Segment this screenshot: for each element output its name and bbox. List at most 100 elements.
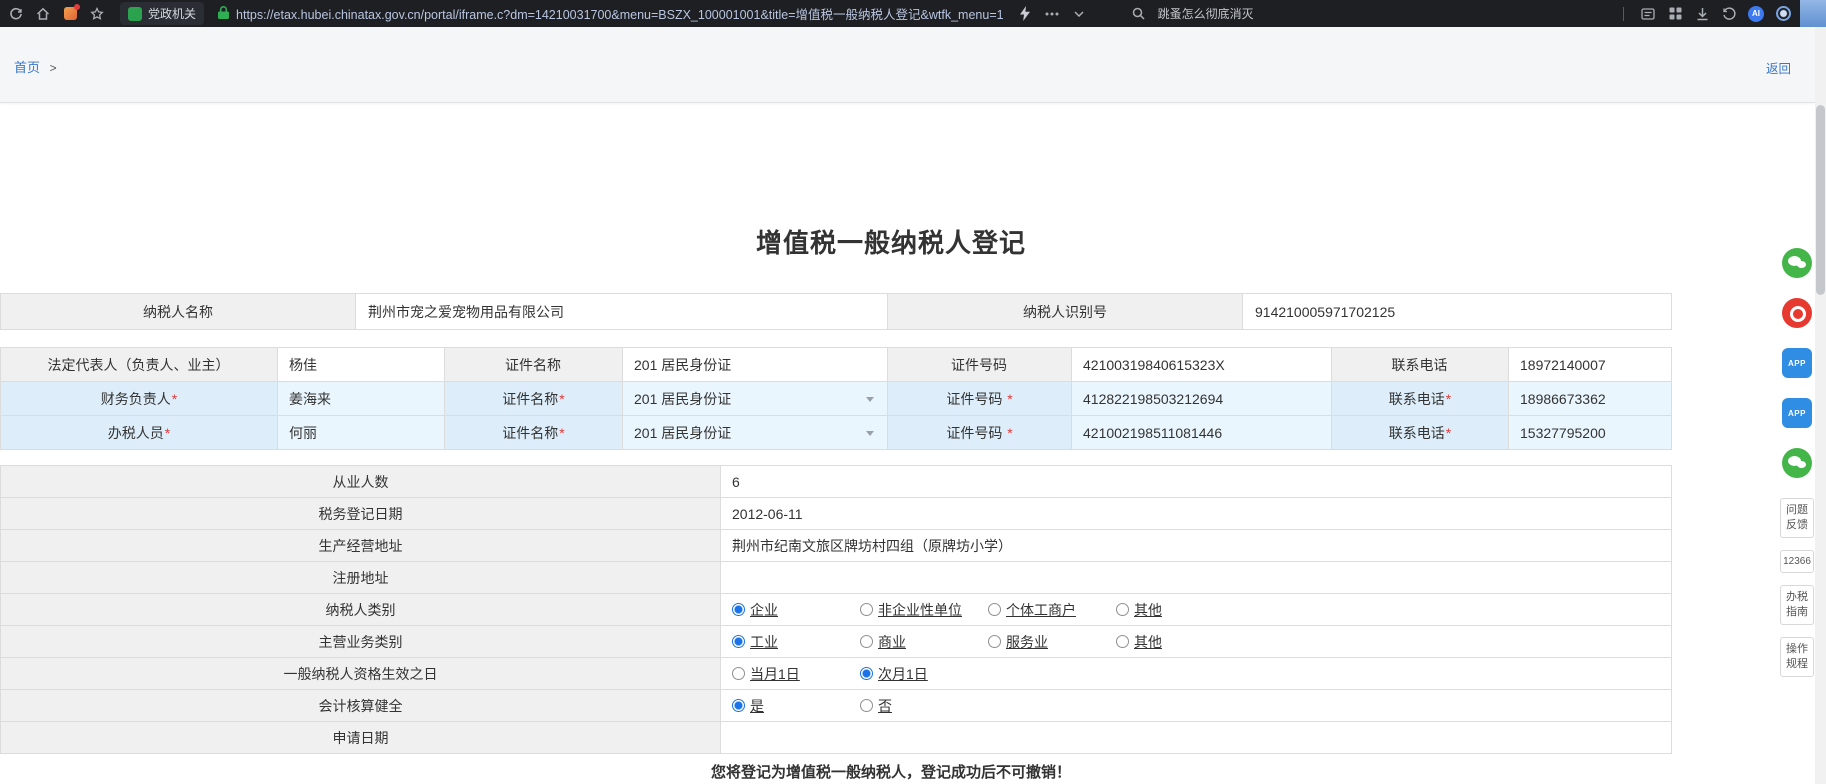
radio-icon [732, 667, 745, 680]
radio-option-enterprise[interactable]: 企业 [732, 600, 860, 620]
phone-value: 18972140007 [1509, 348, 1672, 382]
home-icon[interactable] [32, 3, 54, 25]
bookmark-pin-icon[interactable] [86, 3, 108, 25]
phone-input[interactable]: 15327795200 [1509, 416, 1672, 450]
cert-type-select[interactable]: 201 居民身份证 [623, 382, 888, 416]
main-content: 增值税一般纳税人登记 纳税人名称 荆州市宠之爱宠物用品有限公司 纳税人识别号 9… [0, 103, 1815, 784]
radio-icon [860, 667, 873, 680]
search-icon[interactable] [1128, 3, 1150, 25]
business-category-label: 主营业务类别 [1, 626, 721, 658]
browser-menu-icon[interactable] [1772, 3, 1794, 25]
address-bar[interactable]: https://etax.hubei.chinatax.gov.cn/porta… [236, 4, 1004, 23]
registered-address-label: 注册地址 [1, 562, 721, 594]
radio-option-non-enterprise[interactable]: 非企业性单位 [860, 600, 988, 620]
weibo-icon[interactable] [1782, 298, 1812, 328]
radio-icon [860, 699, 873, 712]
browser-toolbar: 党政机关 https://etax.hubei.chinatax.gov.cn/… [0, 0, 1826, 27]
radio-option-yes[interactable]: 是 [732, 696, 860, 716]
apps-icon[interactable] [59, 3, 81, 25]
taxpayer-name-value: 荆州市宠之爱宠物用品有限公司 [356, 294, 888, 330]
registration-date-value: 2012-06-11 [721, 498, 1672, 530]
radio-option-next-month[interactable]: 次月1日 [860, 664, 988, 684]
history-icon[interactable] [1718, 3, 1740, 25]
extensions-icon[interactable] [1664, 3, 1686, 25]
radio-icon [860, 635, 873, 648]
radio-option-service[interactable]: 服务业 [988, 632, 1116, 652]
required-mark: * [559, 425, 564, 441]
feedback-button[interactable]: 问题反馈 [1780, 498, 1814, 538]
taxpayer-type-row: 纳税人类别 企业 非企业性单位 个体工商户 其他 [1, 594, 1672, 626]
back-link[interactable]: 返回 [1766, 58, 1791, 77]
required-mark: * [1446, 425, 1451, 441]
tax-guide-button[interactable]: 办税指南 [1780, 585, 1814, 625]
browser-logo [1776, 6, 1791, 21]
business-address-label: 生产经营地址 [1, 530, 721, 562]
vertical-scrollbar[interactable] [1815, 27, 1826, 784]
wechat-icon[interactable] [1782, 248, 1812, 278]
cert-type-label: 证件名称 [445, 348, 623, 382]
radio-icon [732, 699, 745, 712]
cert-type-select[interactable]: 201 居民身份证 [623, 416, 888, 450]
radio-icon [988, 603, 1001, 616]
radio-option-individual[interactable]: 个体工商户 [988, 600, 1116, 620]
taxpayer-name-label: 纳税人名称 [1, 294, 356, 330]
radio-option-current-month[interactable]: 当月1日 [732, 664, 860, 684]
cert-no-input[interactable]: 421002198511081446 [1072, 416, 1332, 450]
phone-label: 联系电话 [1332, 348, 1509, 382]
business-category-options: 工业 商业 服务业 其他 [721, 626, 1672, 658]
contacts-table: 法定代表人（负责人、业主） 杨佳 证件名称 201 居民身份证 证件号码 421… [0, 347, 1672, 450]
breadcrumb-home-link[interactable]: 首页 [14, 60, 40, 75]
radio-option-other[interactable]: 其他 [1116, 632, 1244, 652]
dropdown-arrow-icon[interactable] [866, 431, 874, 436]
scrollbar-thumb[interactable] [1816, 105, 1825, 295]
contact-name-input[interactable]: 何丽 [278, 416, 445, 450]
cert-no-input[interactable]: 412822198503212694 [1072, 382, 1332, 416]
radio-option-other[interactable]: 其他 [1116, 600, 1244, 620]
tax-clerk-row: 办税人员* 何丽 证件名称* 201 居民身份证 证件号码 * 42100219… [1, 416, 1672, 450]
phone-input[interactable]: 18986673362 [1509, 382, 1672, 416]
effective-date-row: 一般纳税人资格生效之日 当月1日 次月1日 [1, 658, 1672, 690]
more-icon[interactable] [1041, 3, 1063, 25]
accounting-sound-row: 会计核算健全 是 否 [1, 690, 1672, 722]
download-icon[interactable] [1691, 3, 1713, 25]
business-address-value: 荆州市纪南文旅区牌坊村四组（原牌坊小学） [721, 530, 1672, 562]
procedure-button[interactable]: 操作规程 [1780, 637, 1814, 677]
ai-badge: AI [1748, 6, 1764, 22]
chevron-down-icon[interactable] [1068, 3, 1090, 25]
taxpayer-type-options: 企业 非企业性单位 个体工商户 其他 [721, 594, 1672, 626]
radio-option-no[interactable]: 否 [860, 696, 988, 716]
legal-representative-row: 法定代表人（负责人、业主） 杨佳 证件名称 201 居民身份证 证件号码 421… [1, 348, 1672, 382]
ai-assistant-icon[interactable]: AI [1745, 3, 1767, 25]
flash-icon[interactable] [1014, 3, 1036, 25]
cert-no-value: 42100319840615323X [1072, 348, 1332, 382]
radio-icon [988, 635, 1001, 648]
app-download-icon[interactable]: APP [1782, 348, 1812, 378]
toolbar-search[interactable]: 跳蚤怎么彻底消灭 [1158, 5, 1254, 22]
window-edge [1800, 0, 1826, 27]
radio-option-commerce[interactable]: 商业 [860, 632, 988, 652]
dropdown-arrow-icon[interactable] [866, 397, 874, 402]
wechat-pay-icon[interactable] [1782, 448, 1812, 478]
cert-no-label: 证件号码 * [888, 382, 1072, 416]
registration-date-row: 税务登记日期 2012-06-11 [1, 498, 1672, 530]
radio-option-industry[interactable]: 工业 [732, 632, 860, 652]
required-mark: * [559, 391, 564, 407]
cert-type-label: 证件名称* [445, 416, 623, 450]
reload-icon[interactable] [5, 3, 27, 25]
registered-address-value [721, 562, 1672, 594]
effective-date-options: 当月1日 次月1日 [721, 658, 1672, 690]
app-download-icon-2[interactable]: APP [1782, 398, 1812, 428]
lock-icon[interactable] [218, 6, 229, 22]
hotline-12366-button[interactable]: 12366 [1780, 550, 1814, 574]
reader-icon[interactable] [1637, 3, 1659, 25]
employees-row: 从业人数 6 [1, 466, 1672, 498]
bookmark-site-button[interactable]: 党政机关 [120, 2, 204, 25]
registration-date-label: 税务登记日期 [1, 498, 721, 530]
contact-name-input[interactable]: 姜海来 [278, 382, 445, 416]
radio-icon [1116, 635, 1129, 648]
application-date-row: 申请日期 [1, 722, 1672, 754]
cert-no-label: 证件号码 * [888, 416, 1072, 450]
radio-icon [732, 603, 745, 616]
breadcrumb: 首页 > [14, 57, 57, 76]
notification-dot [74, 4, 80, 10]
